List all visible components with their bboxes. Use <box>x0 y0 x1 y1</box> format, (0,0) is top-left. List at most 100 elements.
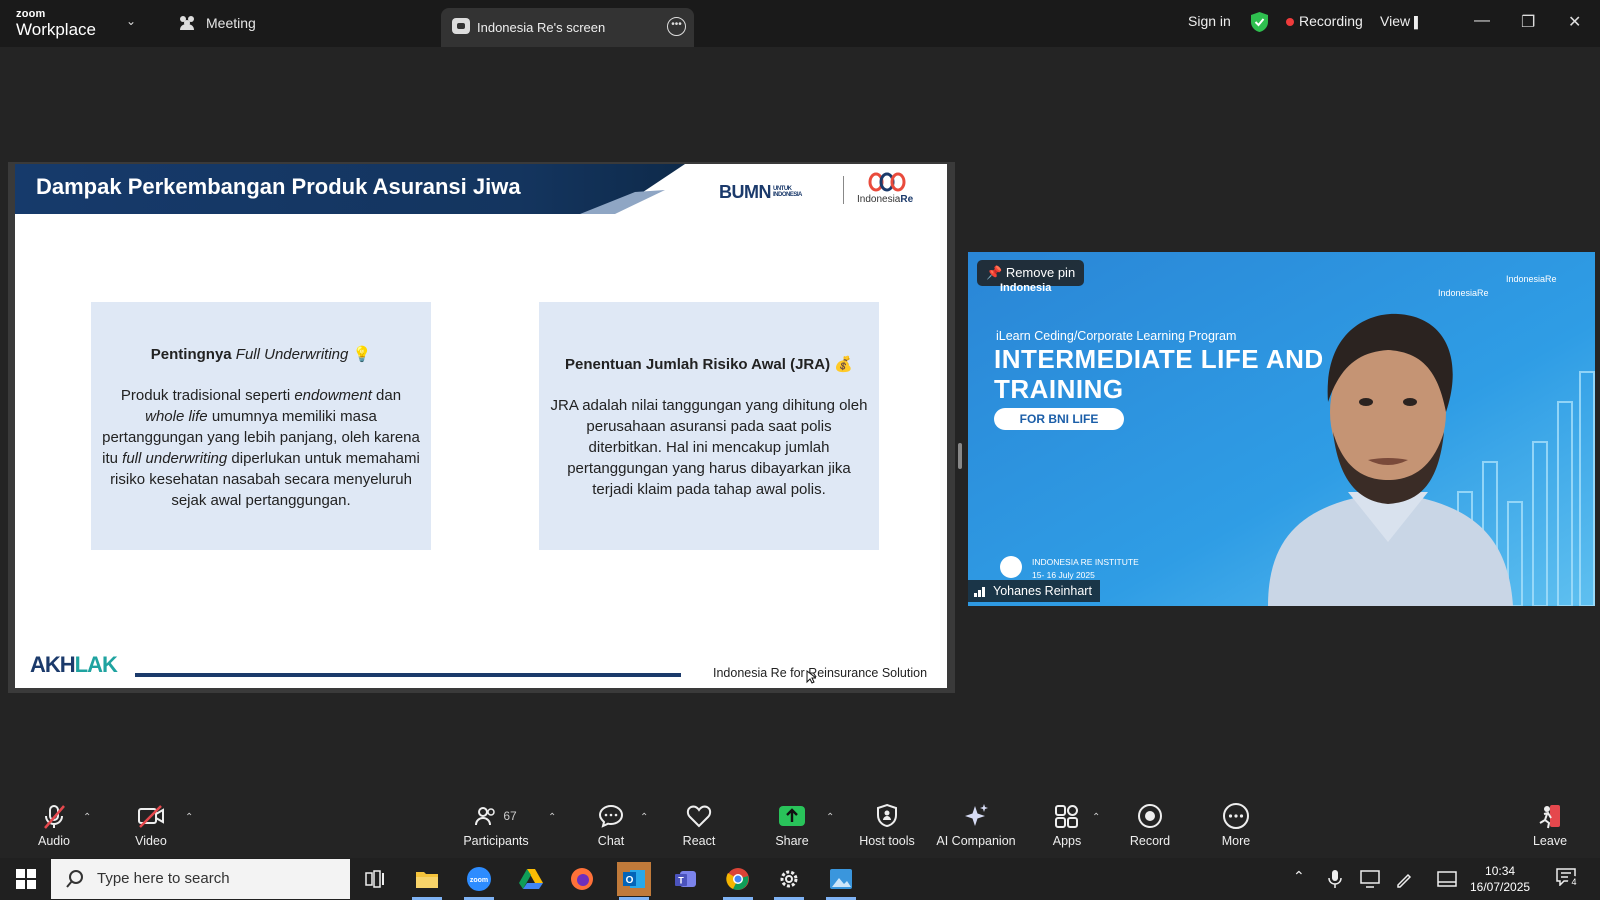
chat-label: Chat <box>597 834 625 848</box>
apps-button[interactable]: Apps <box>1042 800 1092 848</box>
chat-options-caret-icon[interactable]: ⌃ <box>640 812 648 823</box>
outlook-icon[interactable]: O <box>617 862 651 900</box>
record-label: Record <box>1129 834 1171 848</box>
settings-gear-icon[interactable] <box>772 862 806 900</box>
taskbar-search-box[interactable]: Type here to search <box>51 859 350 899</box>
video-options-caret-icon[interactable]: ⌃ <box>185 812 193 823</box>
card1-body: Produk tradisional seperti endowment dan… <box>101 385 421 511</box>
share-button[interactable]: Share <box>767 800 817 848</box>
participants-label: Participants <box>463 834 529 848</box>
indonesia-re-logo: IndonesiaRe <box>855 172 925 206</box>
meeting-tab[interactable]: Meeting <box>178 15 256 31</box>
ai-sparkle-icon <box>965 804 988 826</box>
more-dots-icon <box>1223 803 1249 829</box>
c1b2: endowment <box>294 387 372 404</box>
title-bar: zoom Workplace ⌄ Meeting Indonesia Re's … <box>0 0 1600 47</box>
teams-icon[interactable]: T <box>669 862 703 896</box>
zoom-workplace-logo[interactable]: zoom Workplace <box>16 9 96 39</box>
camera-off-icon <box>138 805 164 828</box>
close-icon[interactable]: ✕ <box>1568 12 1581 32</box>
bg-program-text: iLearn Ceding/Corporate Learning Program <box>996 329 1237 343</box>
participant-name-label: Yohanes Reinhart <box>968 580 1100 602</box>
card2-title: Penentuan Jumlah Risiko Awal (JRA) 💰 <box>539 355 879 373</box>
task-view-icon[interactable] <box>358 862 392 896</box>
participants-count: 67 <box>503 809 517 823</box>
notification-center-icon[interactable]: 4 <box>1556 868 1580 888</box>
akhlak-b: LAK <box>74 652 118 677</box>
mouse-cursor-icon <box>806 670 816 684</box>
share-screen-tab[interactable]: Indonesia Re's screen ••• <box>441 8 694 47</box>
bumn-logo-text: BUMN <box>719 182 772 202</box>
meeting-label: Meeting <box>206 15 256 31</box>
chrome-icon[interactable] <box>721 862 755 900</box>
card2-title-text: Penentuan Jumlah Risiko Awal (JRA) <box>565 356 831 373</box>
bg-institute-logo: IndonesiaRe <box>1506 274 1557 284</box>
pen-tray-icon[interactable] <box>1395 870 1413 888</box>
more-options-icon[interactable]: ••• <box>667 17 686 36</box>
chat-button[interactable]: Chat <box>586 800 636 848</box>
participants-options-caret-icon[interactable]: ⌃ <box>548 812 556 823</box>
audio-options-caret-icon[interactable]: ⌃ <box>83 812 91 823</box>
view-button[interactable]: View ▌ <box>1380 13 1422 29</box>
display-tray-icon[interactable] <box>1437 871 1457 887</box>
mic-tray-icon[interactable] <box>1328 869 1342 889</box>
firefox-icon[interactable] <box>565 862 599 896</box>
video-label: Video <box>135 834 167 848</box>
footer-text: Indonesia Re for Reinsurance Solution <box>713 666 928 680</box>
c1b3: dan <box>371 387 402 404</box>
card2-body: JRA adalah nilai tanggungan yang dihitun… <box>550 397 868 498</box>
restore-icon[interactable]: ❐ <box>1521 12 1535 32</box>
share-label: Share <box>775 834 809 848</box>
more-label: More <box>1221 834 1251 848</box>
ire-label-a: Indonesia <box>857 194 901 205</box>
windows-start-icon[interactable] <box>16 869 36 889</box>
participants-icon <box>475 807 496 826</box>
audio-button[interactable]: Audio <box>26 800 82 848</box>
chevron-down-icon[interactable]: ⌄ <box>126 14 136 28</box>
google-drive-icon[interactable] <box>514 862 548 896</box>
taskbar-clock[interactable]: 10:34 16/07/2025 <box>1470 863 1530 895</box>
windows-taskbar: Type here to search zoom O T ⌃ 10:34 16/… <box>0 858 1600 900</box>
chat-icon <box>598 804 624 828</box>
bg-ire-logo: IndonesiaRe <box>1438 288 1489 298</box>
participant-video-tile[interactable]: 📌 Remove pin Indonesia IndonesiaRe Indon… <box>968 252 1595 606</box>
lightbulb-icon: 💡 <box>352 346 372 363</box>
apps-options-caret-icon[interactable]: ⌃ <box>1092 812 1100 823</box>
meeting-toolbar: Audio ⌃ Video ⌃ 67 Participants ⌃ Chat ⌃… <box>0 800 1600 858</box>
photos-icon[interactable] <box>824 862 858 900</box>
host-shield-icon <box>877 803 897 828</box>
react-button[interactable]: React <box>674 800 724 848</box>
akhlak-logo: AKHLAK <box>30 652 118 678</box>
brand-bottom: Workplace <box>16 20 96 39</box>
react-label: React <box>682 834 716 848</box>
c1b4: whole life <box>145 408 208 425</box>
video-button[interactable]: Video <box>123 800 179 848</box>
card-full-underwriting: Pentingnya Full Underwriting 💡 Produk tr… <box>91 302 431 550</box>
security-shield-icon[interactable] <box>1251 12 1268 32</box>
screen-tray-icon[interactable] <box>1360 870 1380 888</box>
participants-icon-wrap: 67 <box>456 800 536 832</box>
share-tab-label: Indonesia Re's screen <box>477 20 606 35</box>
signal-strength-icon <box>974 587 985 597</box>
c1b1: Produk tradisional seperti <box>120 387 295 404</box>
file-explorer-icon[interactable] <box>410 862 444 900</box>
minimize-icon[interactable]: — <box>1474 12 1490 30</box>
leave-button[interactable]: Leave <box>1525 800 1575 848</box>
participants-button[interactable]: 67 Participants <box>456 800 536 848</box>
more-button[interactable]: More <box>1211 800 1261 848</box>
host-tools-button[interactable]: Host tools <box>852 800 922 848</box>
bumn-logo-sub: UNTUK INDONESIA <box>773 186 802 198</box>
bg-indonesia-text: Indonesia <box>1000 282 1052 294</box>
recording-dot-icon <box>1286 18 1294 27</box>
clock-time: 10:34 <box>1485 864 1516 878</box>
recording-indicator[interactable]: Recording <box>1286 13 1363 29</box>
ai-companion-button[interactable]: AI Companion <box>932 800 1020 848</box>
panel-splitter-handle[interactable] <box>958 443 962 469</box>
apps-label: Apps <box>1052 834 1082 848</box>
share-options-caret-icon[interactable]: ⌃ <box>826 812 834 823</box>
chevron-up-icon[interactable]: ⌃ <box>1293 868 1305 885</box>
sign-in-button[interactable]: Sign in <box>1188 13 1231 29</box>
record-button[interactable]: Record <box>1124 800 1176 848</box>
notification-count: 4 <box>1568 876 1580 888</box>
zoom-app-icon[interactable]: zoom <box>462 862 496 900</box>
